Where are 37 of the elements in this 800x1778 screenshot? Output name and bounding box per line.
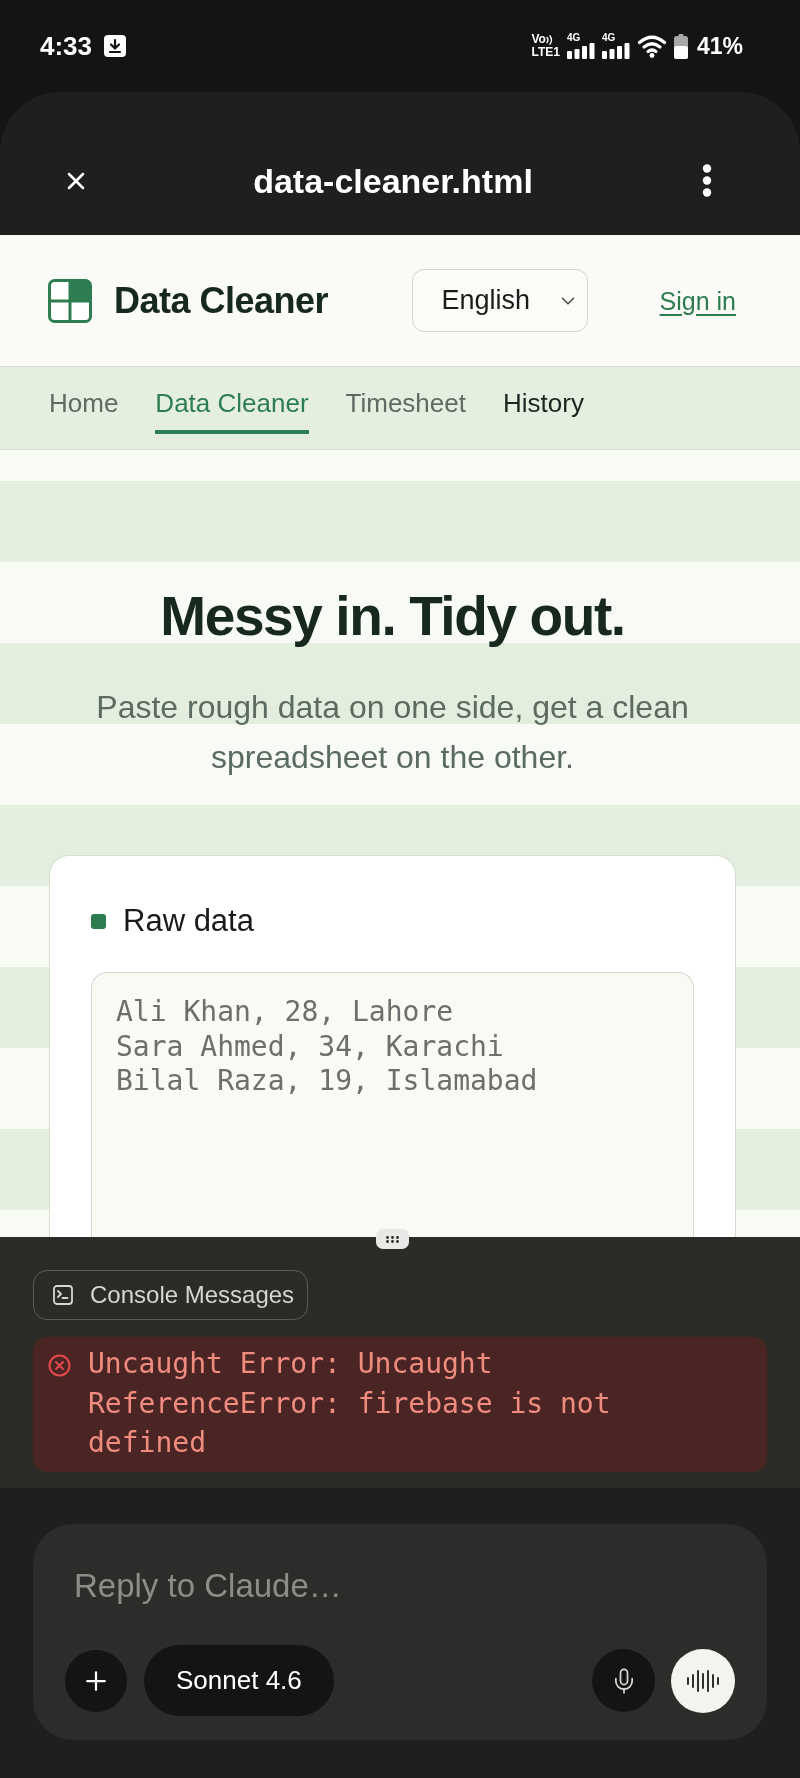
- model-selector[interactable]: Sonnet 4.6: [144, 1645, 334, 1716]
- nav-tab[interactable]: Data Cleaner: [155, 388, 309, 434]
- card-title: Raw data: [123, 903, 254, 939]
- download-icon: [104, 35, 127, 57]
- network-type-label: 4G: [566, 33, 581, 43]
- network-type-label: 4G: [601, 33, 616, 43]
- volte-label: Vo: [531, 33, 546, 46]
- signal-bars-icon: [566, 43, 595, 59]
- waveform-icon: [687, 1669, 719, 1692]
- brand-name: Data Cleaner: [114, 279, 329, 322]
- drag-handle[interactable]: [376, 1229, 409, 1249]
- sound-wave-icon: [545, 34, 553, 45]
- error-text: Uncaught Error: Uncaught ReferenceError: firebase is not defined: [88, 1346, 612, 1461]
- error-icon: [48, 1354, 71, 1377]
- grip-dots-icon: [386, 1235, 399, 1243]
- nav-tab[interactable]: Timesheet: [345, 388, 466, 434]
- wifi-icon: [636, 34, 667, 58]
- nav-tab[interactable]: Home: [49, 388, 119, 434]
- sign-in-link[interactable]: Sign in: [659, 285, 736, 316]
- nav-tab[interactable]: History: [503, 388, 584, 434]
- page-title: data-cleaner.html: [252, 160, 534, 201]
- hero-subtitle: Paste rough data on one side, get a clean spreadsheet on the other.: [95, 688, 690, 777]
- terminal-icon: [53, 1285, 73, 1305]
- signal-bars-icon: [601, 43, 630, 59]
- more-icon: [702, 164, 712, 197]
- language-select[interactable]: English: [411, 269, 588, 332]
- raw-data-input[interactable]: Ali Khan, 28, Lahore Sara Ahmed, 34, Karachi Bilal Raza, 19, Islamabad: [91, 972, 694, 1237]
- battery-icon: [673, 33, 688, 59]
- battery-percent: 41%: [696, 34, 743, 58]
- reply-input[interactable]: Reply to Claude…: [74, 1566, 735, 1606]
- hero-title: Messy in. Tidy out.: [160, 585, 625, 647]
- console-messages-button[interactable]: Console Messages: [33, 1270, 308, 1320]
- square-marker-icon: [91, 913, 106, 929]
- more-button[interactable]: [702, 164, 712, 197]
- status-time: 4:33: [40, 33, 93, 59]
- lte-label: LTE1: [531, 46, 560, 59]
- grid-logo-icon: [48, 278, 92, 323]
